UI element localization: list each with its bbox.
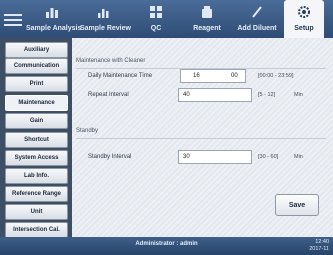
tab-sample-review[interactable]: Sample Review — [80, 0, 131, 38]
daily-maintenance-time-label: Daily Maintenance Time — [88, 73, 153, 79]
tab-reagent[interactable]: Reagent — [183, 0, 231, 38]
pipette-icon — [252, 6, 262, 18]
reagent-bottle-icon — [202, 6, 212, 18]
repeat-interval-unit: Min — [294, 92, 303, 98]
tab-label: Add Diluent — [237, 25, 277, 32]
clock: 12:40 2017-11 — [309, 239, 329, 253]
logged-in-user: Administrator : admin — [135, 241, 198, 247]
menu-icon[interactable] — [4, 11, 22, 27]
sidebar-item-unit[interactable]: Unit — [5, 204, 68, 220]
qc-grid-icon — [150, 6, 162, 18]
section-divider — [76, 138, 326, 139]
top-toolbar: Sample Analysis Sample Review QC Reagent… — [0, 0, 333, 38]
hour-value[interactable]: 16 — [193, 70, 200, 82]
tab-setup[interactable]: Setup — [284, 0, 324, 38]
sidebar-item-lab-info[interactable]: Lab Info. — [5, 168, 68, 184]
repeat-interval-field[interactable]: 40 — [178, 88, 252, 102]
settings-sidebar: Auxiliary Communication Print Maintenanc… — [0, 38, 72, 238]
sidebar-item-maintenance[interactable]: Maintenance — [5, 95, 68, 111]
repeat-interval-label: Repeat Interval — [88, 92, 129, 98]
gear-icon — [298, 6, 310, 18]
repeat-interval-range: [5 - 12] — [258, 92, 276, 98]
chart-review-icon — [98, 9, 109, 18]
daily-time-range: [00:00 - 23:59] — [258, 73, 294, 79]
clock-time: 12:40 — [315, 239, 329, 245]
tab-label: QC — [150, 25, 162, 32]
sidebar-item-intersection-cal[interactable]: Intersection Cal. — [5, 222, 68, 238]
bar-chart-icon — [46, 8, 58, 18]
standby-interval-unit: Min — [294, 154, 303, 160]
clock-date: 2017-11 — [309, 246, 329, 252]
tab-label: Reagent — [193, 25, 221, 32]
standby-interval-label: Standby Interval — [88, 154, 132, 160]
minute-value[interactable]: 00 — [231, 70, 238, 82]
tab-label: Setup — [294, 25, 314, 32]
tab-label: Sample Review — [80, 25, 131, 32]
daily-maintenance-time-field[interactable]: 16 00 — [180, 69, 246, 83]
tab-label: Sample Analysis — [26, 25, 82, 32]
standby-interval-range: [30 - 60] — [258, 154, 279, 160]
sidebar-item-auxiliary[interactable]: Auxiliary — [5, 42, 68, 58]
sidebar-item-reference-range[interactable]: Reference Range — [5, 186, 68, 202]
section-title-maintenance: Maintenance with Cleaner — [76, 58, 146, 64]
sidebar-item-gain[interactable]: Gain — [5, 113, 68, 129]
sidebar-item-shortcut[interactable]: Shortcut — [5, 132, 68, 148]
tab-qc[interactable]: QC — [132, 0, 180, 38]
section-title-standby: Standby — [76, 128, 99, 134]
sidebar-item-print[interactable]: Print — [5, 76, 68, 92]
sidebar-item-communication[interactable]: Communication — [5, 58, 68, 74]
tab-sample-analysis[interactable]: Sample Analysis — [26, 0, 82, 38]
save-button[interactable]: Save — [275, 194, 319, 216]
status-bar: Administrator : admin 12:40 2017-11 — [0, 237, 333, 255]
tab-add-diluent[interactable]: Add Diluent — [233, 0, 281, 38]
standby-interval-field[interactable]: 30 — [178, 150, 252, 164]
sidebar-item-system-access[interactable]: System Access — [5, 150, 68, 166]
